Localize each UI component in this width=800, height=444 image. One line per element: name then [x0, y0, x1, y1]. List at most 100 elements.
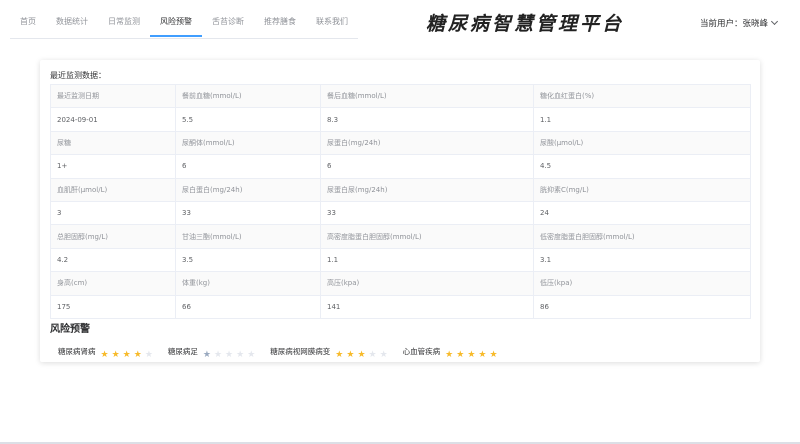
table-cell: 6 [175, 154, 321, 179]
table-header-cell: 尿蛋白(mg/24h) [320, 130, 534, 156]
table-header-cell: 高压(kpa) [320, 271, 534, 296]
table-cell: 4.5 [533, 154, 751, 179]
nav-statistics[interactable]: 数据统计 [46, 0, 98, 37]
risk-label: 糖尿病足 [167, 347, 198, 356]
star-icon[interactable]: ★ [123, 350, 131, 360]
table-row: 3 33 33 24 [50, 200, 751, 226]
table-cell: 3.5 [175, 247, 321, 273]
table-header-cell: 血肌酐(μmol/L) [50, 177, 176, 202]
table-cell: 1.1 [533, 107, 751, 132]
nav-risk-warning[interactable]: 风险预警 [150, 0, 202, 37]
star-icon[interactable]: ★ [247, 350, 255, 360]
table-header-cell: 胱抑素C(mg/L) [533, 177, 751, 202]
nav-monitoring[interactable]: 日常监测 [98, 0, 150, 37]
table-cell: 1+ [50, 154, 176, 179]
risk-title: 风险预警 [50, 324, 90, 335]
star-rating[interactable]: ★ ★ ★ ★ ★ [335, 342, 390, 361]
table-header-cell: 餐后血糖(mmol/L) [320, 83, 534, 109]
star-icon[interactable]: ★ [203, 350, 211, 360]
star-icon[interactable]: ★ [134, 350, 142, 360]
table-cell: 2024-09-01 [50, 107, 176, 132]
star-icon[interactable]: ★ [335, 350, 343, 360]
star-icon[interactable]: ★ [346, 350, 354, 360]
risk-item: 心血管疾病 ★ ★ ★ ★ ★ [403, 342, 501, 361]
nav-home[interactable]: 首页 [10, 0, 46, 37]
table-header-cell: 尿糖 [50, 130, 176, 156]
risk-item: 糖尿病肾病 ★ ★ ★ ★ ★ [58, 342, 156, 361]
risk-label: 糖尿病视网膜病变 [270, 347, 331, 356]
chevron-down-icon [770, 17, 779, 26]
table-header-cell: 糖化血红蛋白(%) [533, 83, 751, 109]
table-header-cell: 尿酮体(mmol/L) [175, 130, 321, 156]
star-icon[interactable]: ★ [112, 350, 120, 360]
table-header-row: 血肌酐(μmol/L) 尿白蛋白(mg/24h) 尿蛋白尿(mg/24h) 胱抑素C(… [50, 177, 751, 202]
table-header-cell: 高密度脂蛋白胆固醇(mmol/L) [320, 224, 534, 249]
table-header-row: 总胆固醇(mg/L) 甘油三酯(mmol/L) 高密度脂蛋白胆固醇(mmol/L) 低… [50, 224, 751, 249]
star-icon[interactable]: ★ [101, 350, 109, 360]
nav-tongue-diagnosis[interactable]: 舌苔诊断 [202, 0, 254, 37]
table-header-cell: 总胆固醇(mg/L) [50, 224, 176, 249]
table-header-cell: 尿白蛋白(mg/24h) [175, 177, 321, 202]
star-icon[interactable]: ★ [489, 350, 497, 360]
star-icon[interactable]: ★ [445, 350, 453, 360]
table-header-cell: 餐前血糖(mmol/L) [175, 83, 321, 109]
user-name: 张晓峰 [742, 19, 769, 29]
star-icon[interactable]: ★ [225, 350, 233, 360]
table-cell: 6 [320, 154, 534, 179]
star-icon[interactable]: ★ [456, 350, 464, 360]
star-icon[interactable]: ★ [236, 350, 244, 360]
table-header-cell: 尿酸(μmol/L) [533, 130, 751, 156]
star-icon[interactable]: ★ [145, 350, 153, 360]
table-cell: 33 [320, 200, 534, 226]
star-icon[interactable]: ★ [467, 350, 475, 360]
star-icon[interactable]: ★ [478, 350, 486, 360]
table-header-cell: 尿蛋白尿(mg/24h) [320, 177, 534, 202]
table-cell: 141 [320, 294, 534, 319]
table-cell: 3.1 [533, 247, 751, 273]
table-cell: 86 [533, 294, 751, 319]
table-row: 4.2 3.5 1.1 3.1 [50, 247, 751, 273]
table-row: 2024-09-01 5.5 8.3 1.1 [50, 107, 751, 132]
table-row: 1+ 6 6 4.5 [50, 154, 751, 179]
main-nav: 首页 数据统计 日常监测 风险预警 舌苔诊断 推荐膳食 联系我们 [10, 0, 358, 39]
table-cell: 24 [533, 200, 751, 226]
table-header-row: 身高(cm) 体重(kg) 高压(kpa) 低压(kpa) [50, 271, 751, 296]
table-cell: 5.5 [175, 107, 321, 132]
star-rating[interactable]: ★ ★ ★ ★ ★ [445, 342, 500, 361]
table-cell: 66 [175, 294, 321, 319]
risk-item: 糖尿病足 ★ ★ ★ ★ ★ [168, 342, 258, 361]
monitoring-table: 最近监测日期 餐前血糖(mmol/L) 餐后血糖(mmol/L) 糖化血红蛋白(%) 2… [50, 83, 751, 319]
star-rating[interactable]: ★ ★ ★ ★ ★ [101, 342, 156, 361]
table-header-cell: 体重(kg) [175, 271, 321, 296]
table-header-cell: 低密度脂蛋白胆固醇(mmol/L) [533, 224, 751, 249]
user-label: 当前用户： [700, 19, 743, 29]
star-icon[interactable]: ★ [214, 350, 222, 360]
table-cell: 1.1 [320, 247, 534, 273]
risk-label: 糖尿病肾病 [58, 347, 96, 356]
table-cell: 33 [175, 200, 321, 226]
table-row: 175 66 141 86 [50, 294, 751, 319]
table-header-row: 最近监测日期 餐前血糖(mmol/L) 餐后血糖(mmol/L) 糖化血红蛋白(%) [50, 83, 751, 109]
star-icon[interactable]: ★ [369, 350, 377, 360]
table-cell: 3 [50, 200, 176, 226]
risk-item: 糖尿病视网膜病变 ★ ★ ★ ★ ★ [270, 342, 390, 361]
star-icon[interactable]: ★ [380, 350, 388, 360]
monitoring-card: 最近监测数据： 最近监测日期 餐前血糖(mmol/L) 餐后血糖(mmol/L) 糖化… [40, 60, 760, 362]
table-header-cell: 最近监测日期 [50, 83, 176, 109]
table-cell: 8.3 [320, 107, 534, 132]
table-cell: 175 [50, 294, 176, 319]
nav-diet[interactable]: 推荐膳食 [254, 0, 306, 37]
star-icon[interactable]: ★ [357, 350, 365, 360]
site-title: 糖尿病智慧管理平台 [426, 13, 625, 35]
risk-label: 心血管疾病 [402, 347, 441, 356]
top-bar: 首页 数据统计 日常监测 风险预警 舌苔诊断 推荐膳食 联系我们 糖尿病智慧管理平台 当前用… [0, 0, 800, 46]
risk-list: 糖尿病肾病 ★ ★ ★ ★ ★ 糖尿病足 ★ ★ ★ ★ ★ 糖尿病视网膜病变 ★ ★ ★ ★ ★ 心血管疾病 ★ ★ ★… [58, 342, 513, 361]
table-cell: 4.2 [50, 247, 176, 273]
nav-contact[interactable]: 联系我们 [306, 0, 358, 37]
table-header-cell: 身高(cm) [50, 271, 176, 296]
table-header-cell: 低压(kpa) [533, 271, 751, 296]
table-header-row: 尿糖 尿酮体(mmol/L) 尿蛋白(mg/24h) 尿酸(μmol/L) [50, 130, 751, 156]
table-header-cell: 甘油三酯(mmol/L) [175, 224, 321, 249]
user-menu[interactable]: 当前用户：张晓峰 [700, 17, 779, 29]
star-rating[interactable]: ★ ★ ★ ★ ★ [203, 342, 258, 361]
